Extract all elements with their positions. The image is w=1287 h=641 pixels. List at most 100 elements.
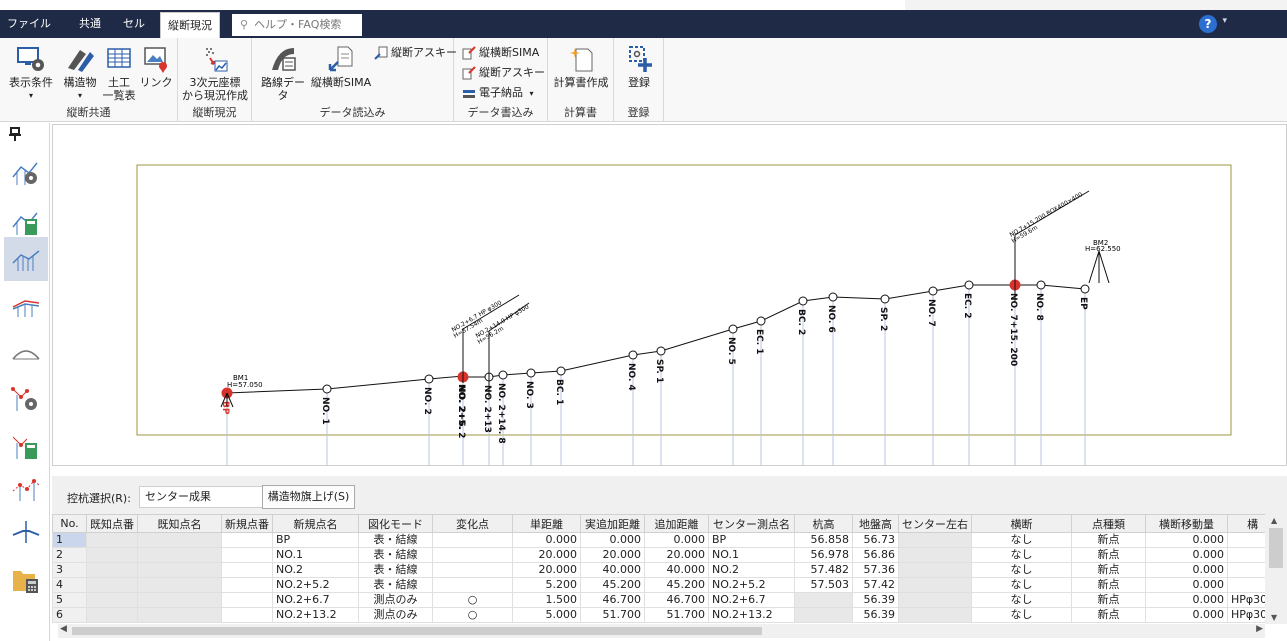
station-marker[interactable]: [728, 324, 738, 334]
table-cell[interactable]: 1: [52, 532, 87, 548]
grid-column-header[interactable]: 実追加距離: [580, 514, 645, 533]
table-cell[interactable]: 0.000: [1145, 577, 1228, 593]
table-cell[interactable]: BP: [272, 532, 359, 548]
table-cell[interactable]: [221, 607, 273, 623]
table-cell[interactable]: [794, 607, 853, 623]
sidebar-item-cross-section[interactable]: [4, 509, 48, 553]
table-cell[interactable]: [794, 592, 853, 608]
station-marker[interactable]: [424, 374, 434, 384]
grid-column-header[interactable]: 新規点番: [221, 514, 273, 533]
table-cell[interactable]: [898, 607, 972, 623]
table-cell[interactable]: 20.000: [580, 547, 645, 563]
import-ascii-button[interactable]: 縦断アスキー: [374, 44, 457, 62]
table-cell[interactable]: 56.39: [852, 592, 899, 608]
table-cell[interactable]: 45.200: [644, 577, 709, 593]
table-cell[interactable]: [898, 562, 972, 578]
table-cell[interactable]: NO.2: [272, 562, 359, 578]
grid-column-header[interactable]: No.: [52, 514, 87, 533]
table-cell[interactable]: なし: [971, 547, 1072, 563]
table-cell[interactable]: 0.000: [1145, 562, 1228, 578]
table-cell[interactable]: 46.700: [644, 592, 709, 608]
station-marker[interactable]: [556, 366, 566, 376]
table-cell[interactable]: [432, 577, 513, 593]
table-cell[interactable]: [221, 592, 273, 608]
table-cell[interactable]: BP: [708, 532, 795, 548]
table-cell[interactable]: 表・結線: [358, 532, 433, 548]
table-cell[interactable]: [221, 577, 273, 593]
tab-vertical-survey[interactable]: 縦断現況: [160, 12, 220, 38]
table-cell[interactable]: NO.2+6.7: [272, 592, 359, 608]
table-cell[interactable]: 測点のみ: [358, 607, 433, 623]
grid-column-header[interactable]: 新規点名: [272, 514, 359, 533]
table-cell[interactable]: [86, 607, 138, 623]
scroll-right-icon[interactable]: ▶: [1256, 624, 1263, 634]
grid-column-header[interactable]: 既知点番: [86, 514, 138, 533]
table-cell[interactable]: ○: [432, 607, 513, 623]
table-cell[interactable]: [137, 547, 222, 563]
table-cell[interactable]: 51.700: [644, 607, 709, 623]
grid-column-header[interactable]: 既知点名: [137, 514, 222, 533]
table-cell[interactable]: [221, 532, 273, 548]
station-marker[interactable]: [828, 292, 838, 302]
table-cell[interactable]: 51.700: [580, 607, 645, 623]
table-cell[interactable]: 56.978: [794, 547, 853, 563]
table-cell[interactable]: 20.000: [644, 547, 709, 563]
export-ascii-button[interactable]: 縦断アスキー: [462, 64, 545, 82]
station-marker[interactable]: [756, 316, 766, 326]
scroll-left-icon[interactable]: ◀: [60, 624, 67, 634]
table-cell[interactable]: [221, 547, 273, 563]
register-button[interactable]: 登録: [619, 44, 659, 89]
table-cell[interactable]: [86, 562, 138, 578]
grid-column-header[interactable]: 単距離: [512, 514, 581, 533]
sidebar-item-points-line[interactable]: [4, 465, 48, 509]
table-cell[interactable]: [432, 562, 513, 578]
table-cell[interactable]: [898, 547, 972, 563]
table-cell[interactable]: 56.86: [852, 547, 899, 563]
table-row[interactable]: 3 NO.2 表・結線 20.000 40.000 40.000 NO.2 57.482 57.…: [52, 562, 1279, 578]
display-settings-button[interactable]: 表示条件 ▾: [6, 44, 56, 102]
help-caret-icon[interactable]: ▾: [1222, 16, 1227, 26]
table-cell[interactable]: なし: [971, 562, 1072, 578]
table-cell[interactable]: 57.503: [794, 577, 853, 593]
table-cell[interactable]: 0.000: [580, 532, 645, 548]
table-cell[interactable]: NO.2+13.2: [272, 607, 359, 623]
table-cell[interactable]: NO.1: [272, 547, 359, 563]
grid-column-header[interactable]: 横断移動量: [1145, 514, 1228, 533]
table-cell[interactable]: 56.39: [852, 607, 899, 623]
grid-column-header[interactable]: 変化点: [432, 514, 513, 533]
station-marker[interactable]: [526, 368, 536, 378]
table-cell[interactable]: [137, 532, 222, 548]
station-marker[interactable]: [1080, 284, 1090, 294]
horizontal-scroll-thumb[interactable]: [72, 627, 762, 635]
help-icon[interactable]: ?: [1199, 15, 1217, 33]
table-cell[interactable]: 測点のみ: [358, 592, 433, 608]
table-cell[interactable]: [898, 577, 972, 593]
table-cell[interactable]: 57.36: [852, 562, 899, 578]
pin-icon[interactable]: [8, 127, 22, 141]
station-marker[interactable]: [322, 384, 332, 394]
table-cell[interactable]: NO.2: [708, 562, 795, 578]
table-row[interactable]: 2 NO.1 表・結線 20.000 20.000 20.000 NO.1 56.978 56.…: [52, 547, 1279, 563]
station-marker[interactable]: [498, 370, 508, 380]
table-cell[interactable]: [137, 607, 222, 623]
table-cell[interactable]: [86, 547, 138, 563]
station-marker[interactable]: [1036, 280, 1046, 290]
table-cell[interactable]: [898, 532, 972, 548]
table-cell[interactable]: NO.2+5.2: [708, 577, 795, 593]
grid-column-header[interactable]: 地盤高: [852, 514, 899, 533]
station-marker[interactable]: [928, 286, 938, 296]
sidebar-item-folder-calc[interactable]: [4, 557, 48, 601]
grid-column-header[interactable]: 図化モード: [358, 514, 433, 533]
table-cell[interactable]: NO.1: [708, 547, 795, 563]
table-cell[interactable]: 新点: [1071, 562, 1146, 578]
table-cell[interactable]: [221, 562, 273, 578]
table-cell[interactable]: 新点: [1071, 532, 1146, 548]
table-cell[interactable]: 表・結線: [358, 577, 433, 593]
benchmark-bm2[interactable]: BM2 H=62.550: [1085, 239, 1121, 284]
import-sima-button[interactable]: 縦横断SIMA: [310, 44, 372, 89]
station-marker[interactable]: [798, 296, 808, 306]
table-cell[interactable]: 0.000: [1145, 547, 1228, 563]
table-cell[interactable]: 0.000: [512, 532, 581, 548]
station-marker[interactable]: [656, 346, 666, 356]
table-cell[interactable]: [137, 592, 222, 608]
